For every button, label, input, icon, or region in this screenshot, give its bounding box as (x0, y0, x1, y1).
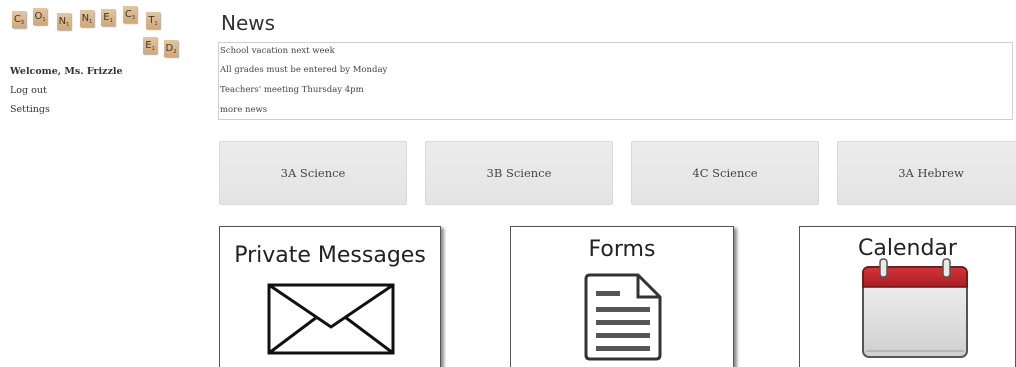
logo-tile: E1 (143, 37, 157, 54)
logo-tile: T1 (146, 12, 160, 29)
news-box: School vacation next week All grades mus… (218, 42, 1013, 120)
welcome-text: Welcome, Ms. Frizzle (10, 66, 123, 77)
logo-tile: C3 (12, 11, 26, 28)
calendar-icon (862, 258, 968, 358)
class-button-4c-science[interactable]: 4C Science (631, 141, 819, 205)
logo-tile: D2 (164, 40, 178, 57)
logo-tile: E1 (101, 9, 115, 26)
news-more-link[interactable]: more news (220, 105, 267, 115)
settings-link[interactable]: Settings (10, 104, 50, 115)
logo-tile: N1 (80, 10, 94, 27)
logo-tile: N1 (57, 13, 71, 30)
class-button-3a-hebrew[interactable]: 3A Hebrew (837, 141, 1016, 205)
envelope-icon (267, 283, 395, 355)
logo-tile: O1 (33, 8, 47, 25)
news-item[interactable]: Teachers' meeting Thursday 4pm (220, 85, 364, 95)
forms-title: Forms (588, 237, 656, 262)
news-title: News (221, 11, 276, 35)
private-messages-card[interactable]: Private Messages (219, 226, 441, 367)
class-button-3a-science[interactable]: 3A Science (219, 141, 407, 205)
forms-card[interactable]: Forms (510, 226, 734, 367)
calendar-card[interactable]: Calendar (799, 226, 1016, 367)
class-button-3b-science[interactable]: 3B Science (425, 141, 613, 205)
logout-link[interactable]: Log out (10, 85, 47, 96)
private-messages-title: Private Messages (234, 243, 426, 268)
news-item[interactable]: All grades must be entered by Monday (220, 65, 387, 75)
document-icon (584, 273, 662, 361)
logo-tile: C3 (123, 6, 137, 23)
news-item[interactable]: School vacation next week (220, 46, 335, 56)
